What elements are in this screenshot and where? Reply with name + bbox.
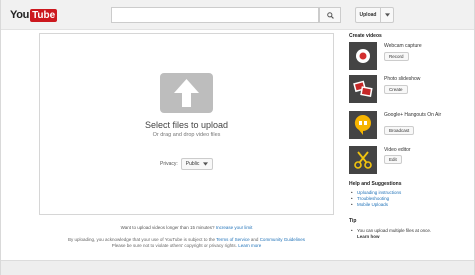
legal-and: and — [250, 237, 259, 242]
chevron-down-icon — [384, 13, 390, 17]
terms-link[interactable]: Terms of Service — [216, 237, 250, 242]
drag-drop-hint: Or drag and drop video files — [152, 132, 221, 138]
bottom-bar — [1, 260, 474, 275]
webcam-icon[interactable] — [349, 42, 377, 70]
sidebar: Create videos Webcam capture Record Phot… — [349, 33, 467, 239]
upload-button[interactable]: Upload — [355, 7, 381, 23]
create-item-editor: Video editor Edit — [349, 146, 467, 174]
learn-how-link[interactable]: Learn how — [351, 234, 463, 240]
broadcast-button[interactable]: Broadcast — [384, 126, 415, 135]
slideshow-title: Photo slideshow — [384, 76, 421, 82]
tip-block: You can upload multiple files at once. L… — [351, 228, 463, 240]
privacy-select[interactable]: Public — [180, 158, 214, 170]
photos-icon[interactable] — [349, 75, 377, 103]
logo-tube-text: Tube — [30, 8, 58, 22]
search-input[interactable] — [111, 7, 319, 23]
guidelines-link[interactable]: Community Guidelines — [260, 237, 305, 242]
legal-text-1: By uploading, you acknowledge that your … — [68, 237, 215, 242]
window-border-left — [0, 0, 1, 275]
legal-text-2: Please be sure not to violate others' co… — [111, 243, 237, 248]
privacy-value: Public — [185, 161, 200, 167]
tip-text: You can upload multiple files at once. — [351, 228, 463, 234]
logo-you-text: You — [10, 9, 30, 21]
legal-notice: By uploading, you acknowledge that your … — [39, 237, 334, 249]
edit-button[interactable]: Edit — [384, 155, 402, 164]
upload-dropzone[interactable]: Select files to upload Or drag and drop … — [39, 33, 334, 215]
upload-menu-button[interactable] — [381, 7, 394, 23]
select-files-text[interactable]: Select files to upload — [40, 120, 333, 130]
create-item-webcam: Webcam capture Record — [349, 42, 467, 70]
arrow-up-icon — [174, 79, 199, 107]
help-list: Uploading instructions Troubleshooting M… — [351, 190, 461, 208]
create-item-slideshow: Photo slideshow Create — [349, 75, 467, 103]
hangouts-icon[interactable] — [349, 111, 377, 139]
scissors-icon[interactable] — [349, 146, 377, 174]
search-button[interactable] — [319, 7, 341, 23]
help-heading: Help and Suggestions — [349, 181, 402, 187]
caret-down-icon — [203, 162, 209, 166]
longer-videos-text: Want to upload videos longer than 15 min… — [120, 225, 215, 230]
longer-videos-note: Want to upload videos longer than 15 min… — [39, 225, 334, 230]
privacy-label: Privacy: — [160, 161, 178, 167]
masthead: You Tube Upload — [1, 0, 474, 30]
youtube-logo[interactable]: You Tube — [10, 8, 58, 22]
create-item-hangouts: Google+ Hangouts On Air Broadcast — [349, 111, 467, 139]
record-button[interactable]: Record — [384, 52, 409, 61]
tip-heading: Tip — [349, 218, 357, 224]
webcam-title: Webcam capture — [384, 43, 422, 49]
editor-title: Video editor — [384, 147, 411, 153]
create-videos-heading: Create videos — [349, 33, 382, 39]
learn-more-link[interactable]: Learn more — [238, 243, 261, 248]
hangouts-title: Google+ Hangouts On Air — [384, 112, 442, 118]
help-link-mobile[interactable]: Mobile Uploads — [351, 202, 461, 208]
create-slideshow-button[interactable]: Create — [384, 85, 408, 94]
search-icon — [326, 11, 334, 19]
increase-limit-link[interactable]: Increase your limit — [216, 225, 253, 230]
privacy-row: Privacy: Public — [160, 158, 214, 170]
upload-arrow-icon[interactable] — [160, 73, 213, 113]
